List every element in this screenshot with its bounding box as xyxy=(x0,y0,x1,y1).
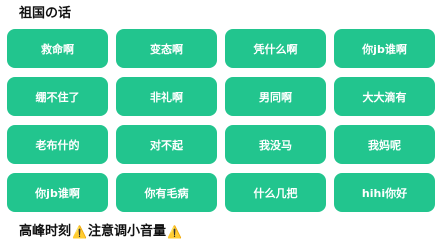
sound-button-7[interactable]: 男同啊 xyxy=(225,77,326,116)
sound-button-6[interactable]: 非礼啊 xyxy=(116,77,217,116)
section-title-volume-label: 注意调小音量 xyxy=(87,224,166,239)
warning-icon: ⚠️ xyxy=(72,225,87,239)
sound-button-4[interactable]: 你jb谁啊 xyxy=(334,29,435,68)
soundboard-grid: 救命啊 变态啊 凭什么啊 你jb谁啊 绷不住了 非礼啊 男同啊 大大滴有 老布什… xyxy=(7,29,437,212)
sound-button-3[interactable]: 凭什么啊 xyxy=(225,29,326,68)
sound-button-16[interactable]: hihi你好 xyxy=(334,173,435,212)
sound-button-13[interactable]: 你jb谁啊 xyxy=(7,173,108,212)
section-title-peak-label: 高峰时刻 xyxy=(19,224,72,239)
sound-button-5[interactable]: 绷不住了 xyxy=(7,77,108,116)
sound-button-14[interactable]: 你有毛病 xyxy=(116,173,217,212)
sound-button-1[interactable]: 救命啊 xyxy=(7,29,108,68)
sound-button-8[interactable]: 大大滴有 xyxy=(334,77,435,116)
warning-icon: ⚠️ xyxy=(166,225,182,239)
sound-button-15[interactable]: 什么几把 xyxy=(225,173,326,212)
sound-button-12[interactable]: 我妈呢 xyxy=(334,125,435,164)
sound-button-11[interactable]: 我没马 xyxy=(225,125,326,164)
section-title-peak-hours: 高峰时刻⚠️注意调小音量⚠️ xyxy=(19,224,183,240)
section-title-motherland: 祖国の话 xyxy=(19,6,72,21)
sound-button-2[interactable]: 变态啊 xyxy=(116,29,217,68)
sound-button-10[interactable]: 对不起 xyxy=(116,125,217,164)
sound-button-9[interactable]: 老布什的 xyxy=(7,125,108,164)
